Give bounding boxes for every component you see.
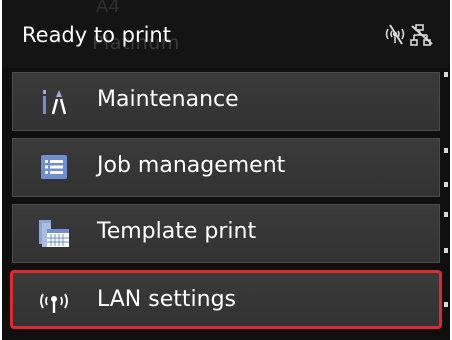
scroll-dot — [444, 182, 448, 187]
menu-item-label: LAN settings — [97, 287, 236, 312]
scroll-dot — [444, 302, 448, 307]
menu-item-label: Job management — [97, 153, 286, 178]
scroll-indicator — [444, 72, 448, 340]
status-bar: A4 Platinum Ready to print — [2, 0, 450, 68]
template-print-icon — [39, 220, 69, 247]
scroll-dot — [444, 148, 448, 153]
menu-item-label: Maintenance — [97, 87, 239, 112]
lan-antenna-icon — [40, 293, 68, 313]
status-message: Ready to print — [22, 23, 171, 47]
menu-item-lan-settings[interactable]: LAN settings — [10, 270, 442, 329]
wired-lan-off-icon — [410, 24, 433, 46]
maintenance-tools-icon — [43, 90, 67, 115]
scroll-dot — [444, 72, 448, 77]
paper-size-text: A4 — [96, 0, 120, 17]
menu-item-maintenance[interactable]: Maintenance — [12, 72, 440, 131]
scroll-dot — [444, 248, 448, 253]
scroll-dot — [444, 212, 448, 217]
job-list-icon — [41, 155, 67, 179]
wireless-off-icon — [385, 24, 405, 45]
menu-item-label: Template print — [97, 219, 257, 244]
printer-touch-screen: A4 Platinum Ready to print Maintenance J… — [2, 0, 450, 340]
network-status-icons — [385, 24, 433, 46]
menu-item-template-print[interactable]: Template print — [12, 204, 440, 263]
menu-item-job-management[interactable]: Job management — [12, 138, 440, 197]
